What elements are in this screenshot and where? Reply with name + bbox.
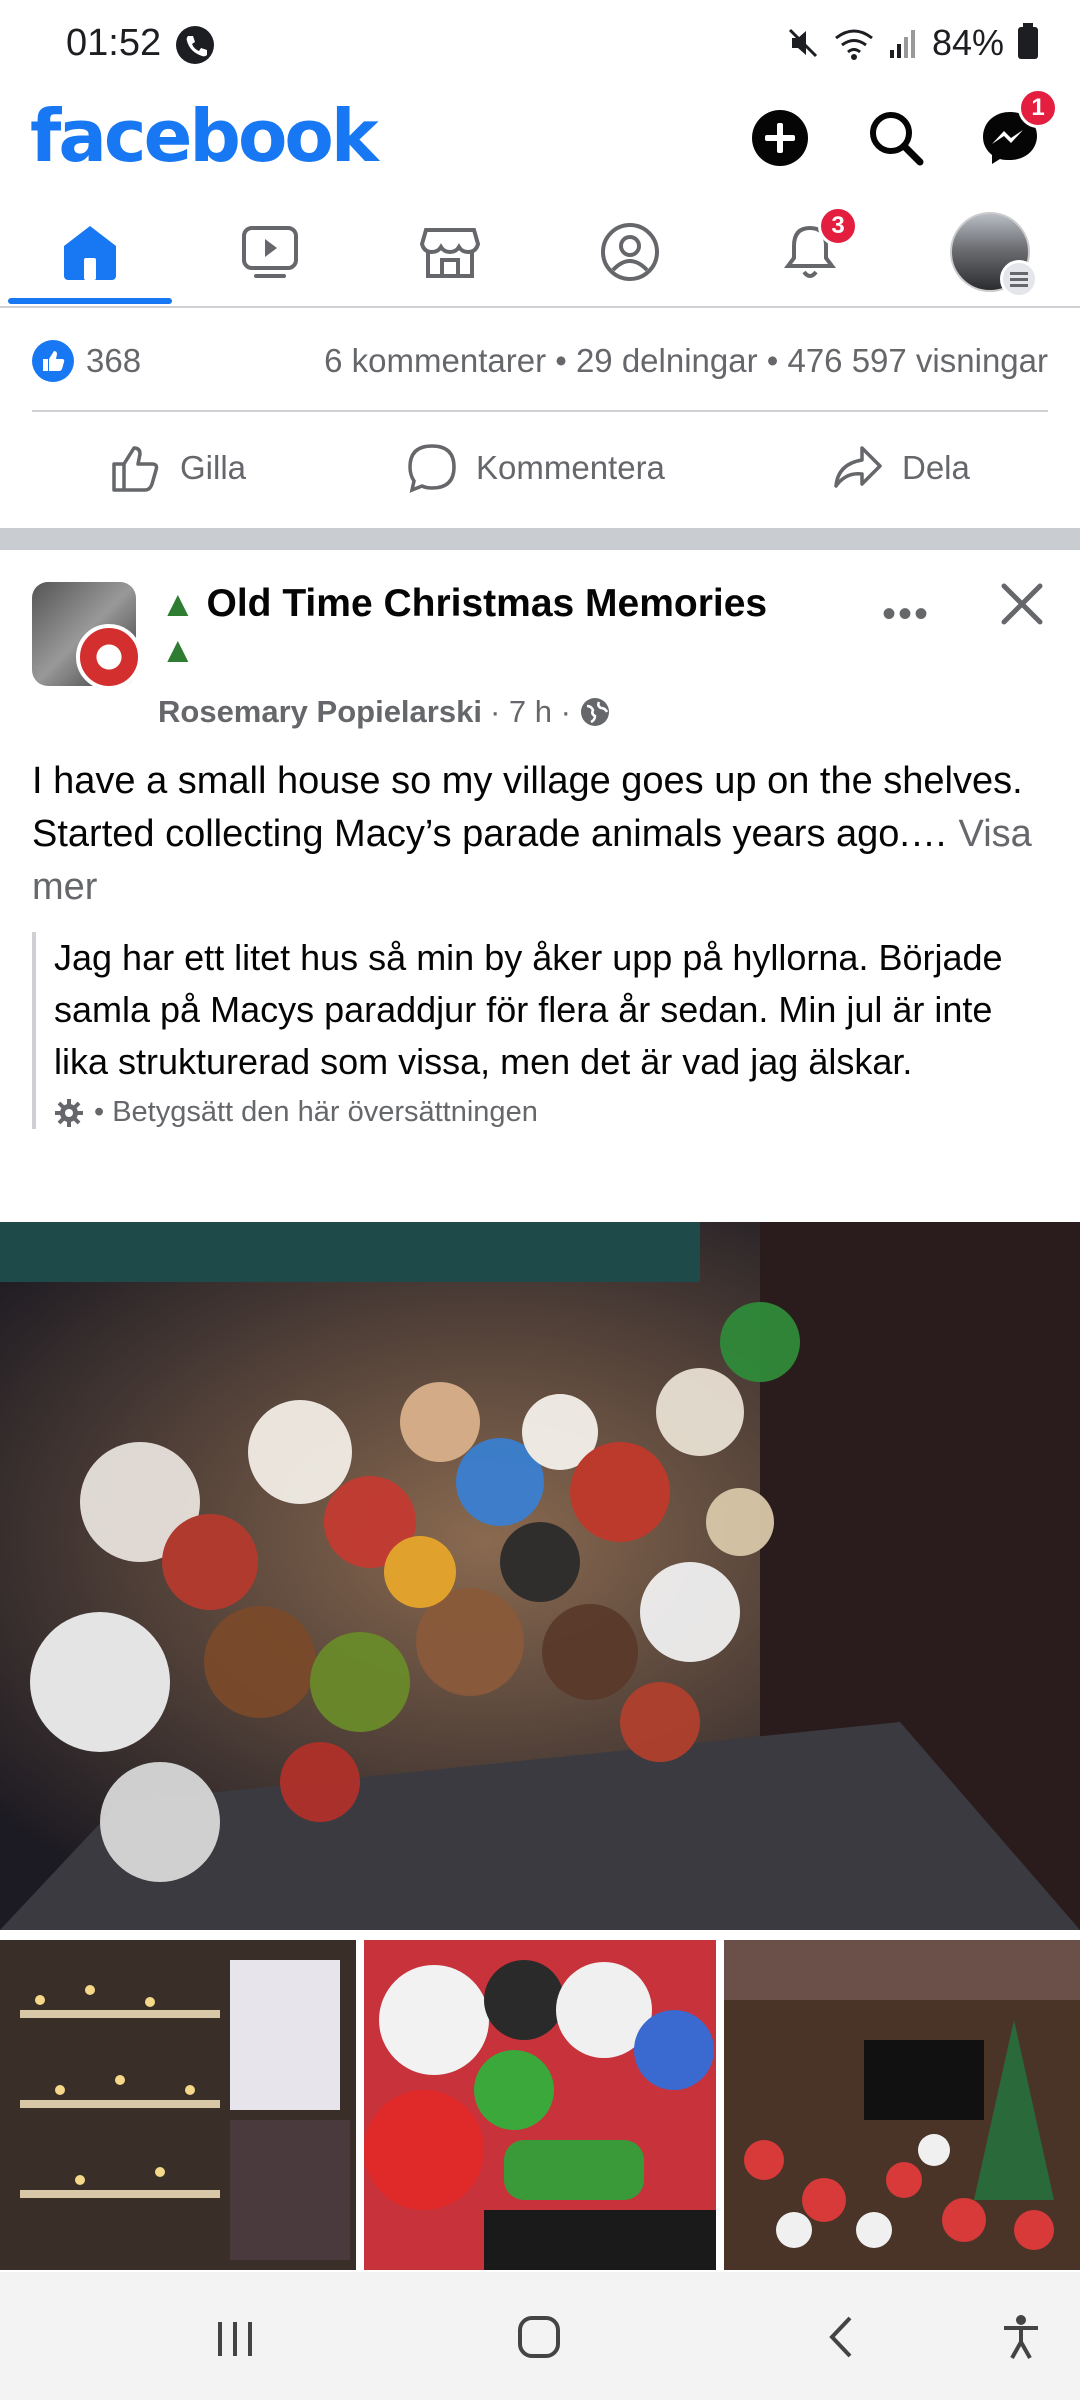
post-time[interactable]: · 7 h · xyxy=(490,694,571,730)
gear-icon xyxy=(55,1098,83,1127)
post-header: ▲ Old Time Christmas Memories ▲ Rosemary… xyxy=(0,550,1080,750)
home-icon xyxy=(64,226,116,280)
status-bar: 01:52 84% xyxy=(0,0,1080,88)
recent-apps-button[interactable] xyxy=(210,2314,260,2369)
messenger-badge: 1 xyxy=(1018,88,1058,128)
like-reaction-icon[interactable] xyxy=(32,340,74,382)
add-icon xyxy=(752,110,808,166)
call-icon xyxy=(176,26,214,64)
tab-notifications[interactable]: 3 xyxy=(720,198,900,306)
feed-separator xyxy=(0,528,1080,550)
app-header: facebook 1 xyxy=(0,88,1080,198)
home-nav-icon xyxy=(518,2316,560,2358)
christmas-tree-icon: ▲ xyxy=(160,583,196,624)
post-photo-thumbnail[interactable] xyxy=(0,1940,356,2270)
translation-text: Jag har ett litet hus så min by åker upp… xyxy=(54,937,1003,1082)
status-right: 84% xyxy=(786,22,1038,64)
status-time: 01:52 xyxy=(66,22,162,64)
notifications-badge: 3 xyxy=(818,206,858,246)
accessibility-icon xyxy=(1004,2315,1038,2359)
home-nav-button[interactable] xyxy=(514,2312,564,2367)
engagement-summary[interactable]: 6 kommentarer • 29 delningar • 476 597 v… xyxy=(324,342,1048,380)
rate-translation[interactable]: • Betygsätt den här översättningen xyxy=(54,1096,1048,1129)
tab-video[interactable] xyxy=(180,198,360,306)
share-button[interactable]: Dela xyxy=(830,438,970,498)
signal-icon xyxy=(889,30,915,58)
create-button[interactable] xyxy=(748,106,812,170)
post-body: I have a small house so my village goes … xyxy=(32,760,1023,855)
post-photo-main[interactable] xyxy=(0,1222,1080,1930)
comment-button[interactable]: Kommentera xyxy=(404,438,665,498)
tab-bar: 3 xyxy=(0,198,1080,308)
rate-translation-label: • Betygsätt den här översättningen xyxy=(94,1096,538,1128)
group-name[interactable]: ▲ Old Time Christmas Memories xyxy=(160,582,767,626)
christmas-tree-icon: ▲ xyxy=(160,629,196,670)
comment-icon xyxy=(408,444,456,493)
comment-label: Kommentera xyxy=(476,449,665,486)
tab-menu[interactable] xyxy=(900,198,1080,306)
profile-icon xyxy=(601,223,659,281)
post-actions: Gilla Kommentera Dela xyxy=(0,412,1080,528)
share-label: Dela xyxy=(902,449,970,486)
author-line: Rosemary Popielarski · 7 h · xyxy=(158,694,611,730)
mute-icon xyxy=(788,28,817,58)
like-count[interactable]: 368 xyxy=(86,342,141,380)
facebook-logo[interactable]: facebook xyxy=(30,94,379,178)
back-icon xyxy=(829,2316,852,2358)
marketplace-icon xyxy=(419,228,481,278)
video-icon xyxy=(242,226,298,278)
close-button[interactable] xyxy=(992,574,1052,634)
like-button[interactable]: Gilla xyxy=(108,438,246,498)
share-icon xyxy=(834,446,882,488)
accessibility-button[interactable] xyxy=(996,2312,1046,2367)
wifi-icon xyxy=(835,29,873,60)
author-name[interactable]: Rosemary Popielarski xyxy=(158,694,482,730)
recent-apps-icon xyxy=(218,2322,252,2356)
tab-profile[interactable] xyxy=(540,198,720,306)
search-button[interactable] xyxy=(864,106,928,170)
post-text: I have a small house so my village goes … xyxy=(32,755,1048,914)
reaction-stats: 368 6 kommentarer • 29 delningar • 476 5… xyxy=(0,310,1080,410)
close-icon xyxy=(1001,583,1043,625)
thumbs-up-icon xyxy=(112,446,159,492)
back-button[interactable] xyxy=(818,2312,868,2367)
author-avatar[interactable] xyxy=(76,624,142,690)
menu-icon xyxy=(1000,260,1038,298)
battery-percent: 84% xyxy=(931,22,1004,63)
active-tab-indicator xyxy=(8,298,172,304)
translation-block: Jag har ett litet hus så min by åker upp… xyxy=(32,932,1048,1129)
tab-marketplace[interactable] xyxy=(360,198,540,306)
tab-home[interactable] xyxy=(0,198,180,306)
more-options-button[interactable]: ••• xyxy=(882,592,930,637)
group-name-text: Old Time Christmas Memories xyxy=(206,582,768,625)
search-icon xyxy=(870,112,924,166)
battery-icon xyxy=(1018,23,1038,59)
system-nav-bar xyxy=(0,2272,1080,2400)
like-label: Gilla xyxy=(180,449,247,486)
post-photo-thumbnail[interactable] xyxy=(724,1940,1080,2270)
post-photo-thumbnail[interactable] xyxy=(364,1940,716,2270)
globe-icon xyxy=(580,698,609,726)
